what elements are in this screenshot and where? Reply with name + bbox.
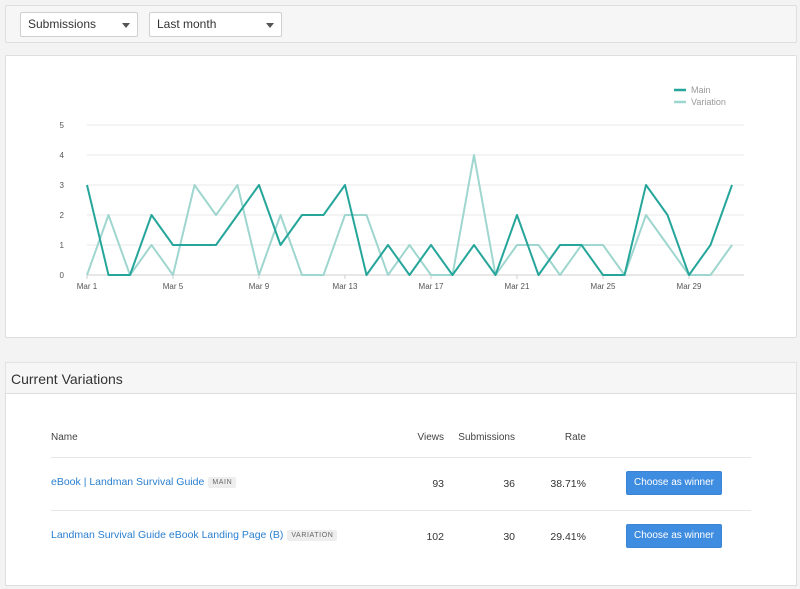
chart-card: 0 1 2 3 4 5 Mar 1 Mar 5 Mar 9 Mar 13 Mar 17 Mar 21 M… [5,55,797,338]
column-header-rate: Rate [564,432,586,443]
choose-winner-button-variation[interactable]: Choose as winner [626,524,722,548]
x-tick-label: Mar 1 [77,282,98,291]
chevron-down-icon [266,23,274,28]
variations-header: Current Variations [5,362,797,393]
views-cell: 93 [432,478,444,490]
table-divider [51,510,751,511]
column-header-name: Name [51,432,78,443]
x-tick-label: Mar 5 [163,282,184,291]
submissions-cell: 30 [503,531,515,543]
table-divider [51,457,751,458]
metric-select-value: Submissions [28,17,97,31]
x-tick-label: Mar 9 [249,282,270,291]
x-tick-label: Mar 17 [419,282,444,291]
rate-cell: 29.41% [550,531,586,543]
x-tick-label: Mar 21 [505,282,530,291]
legend-label: Main [691,85,711,95]
y-tick-label: 0 [60,271,65,280]
y-tick-label: 2 [60,211,65,220]
views-cell: 102 [426,531,444,543]
column-header-views: Views [417,432,445,443]
rate-cell: 38.71% [550,478,586,490]
variation-badge: VARIATION [287,530,338,541]
y-tick-label: 3 [60,181,65,190]
main-badge: MAIN [208,477,237,488]
y-tick-label: 4 [60,151,65,160]
x-tick-label: Mar 25 [591,282,616,291]
filter-bar: Submissions Last month [5,5,797,43]
metric-select[interactable]: Submissions [20,12,138,37]
submissions-line-chart: 0 1 2 3 4 5 Mar 1 Mar 5 Mar 9 Mar 13 Mar 17 Mar 21 M… [60,85,744,291]
x-tick-label: Mar 13 [333,282,358,291]
variations-title: Current Variations [11,371,123,387]
y-tick-label: 1 [60,241,65,250]
submissions-cell: 36 [503,478,515,490]
legend-label: Variation [691,97,726,107]
variation-name[interactable]: Landman Survival Guide eBook Landing Pag… [51,529,283,541]
choose-winner-button-main[interactable]: Choose as winner [626,471,722,495]
variation-link-variation[interactable]: Landman Survival Guide eBook Landing Pag… [51,529,338,541]
column-header-submissions: Submissions [458,432,515,443]
chevron-down-icon [122,23,130,28]
period-select[interactable]: Last month [149,12,282,37]
variations-card: Name Views Submissions Rate eBook | Land… [5,393,797,586]
y-tick-label: 5 [60,121,65,130]
variation-name[interactable]: eBook | Landman Survival Guide [51,476,204,488]
period-select-value: Last month [157,17,217,31]
x-tick-label: Mar 29 [677,282,702,291]
variation-link-main[interactable]: eBook | Landman Survival Guide MAIN [51,476,237,488]
